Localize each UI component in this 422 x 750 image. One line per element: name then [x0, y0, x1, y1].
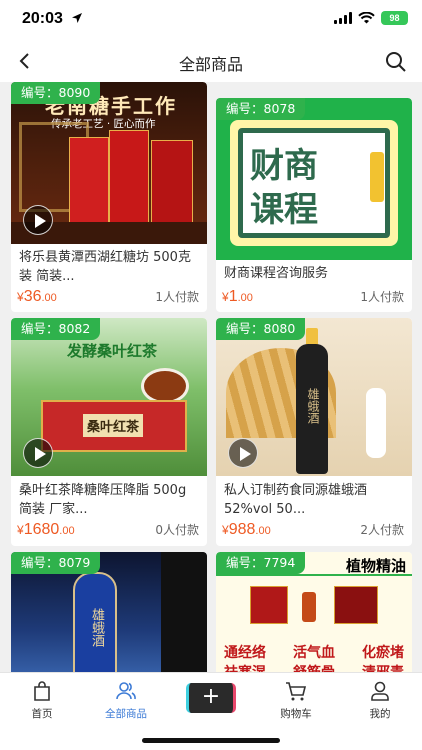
bottle-label: 雄蛾酒	[89, 608, 104, 647]
cart-icon	[286, 682, 307, 701]
buyer-count: 1人付款	[155, 290, 199, 304]
product-box-label: 桑叶红茶	[83, 414, 144, 437]
bag-icon	[34, 681, 50, 701]
status-time: 20:03	[22, 10, 63, 27]
product-title: 财商课程咨询服务	[224, 266, 329, 281]
home-indicator	[142, 738, 280, 743]
tab-label: 全部商品	[105, 708, 147, 720]
plus-icon: +	[201, 684, 221, 709]
benefit-text: 活气血	[293, 645, 335, 661]
product-image: 财商 课程	[216, 98, 412, 260]
product-image-text: 课程	[250, 190, 318, 230]
page-title: 全部商品	[178, 55, 243, 74]
product-price: ¥1680.00	[17, 521, 75, 538]
tab-all-products[interactable]: 全部商品	[84, 679, 168, 721]
product-card[interactable]: 发酵桑叶红茶 桑叶红茶 编号：8082 桑叶红茶降糖降压降脂 500g简装 厂家…	[11, 318, 207, 546]
product-id-badge: 编号：8090	[11, 82, 101, 104]
product-card[interactable]: 老南糖手工作 传承老工艺 · 匠心而作 编号：8090 将乐县黄潭西湖红糖坊 5…	[11, 82, 207, 312]
play-video-icon[interactable]	[228, 438, 258, 468]
product-card[interactable]: 雄蛾酒 编号：8079	[11, 552, 207, 672]
nav-bar: 全部商品	[0, 40, 422, 82]
battery-indicator: 98	[381, 11, 408, 25]
buyer-count: 1人付款	[360, 290, 404, 304]
product-price: ¥1.00	[222, 288, 253, 305]
location-arrow-icon	[72, 13, 82, 23]
product-image-headline: 发酵桑叶红茶	[67, 342, 158, 360]
product-id-badge: 编号：8079	[11, 552, 101, 574]
buyer-count: 0人付款	[155, 523, 199, 537]
wifi-icon	[358, 12, 375, 24]
buyer-count: 2人付款	[360, 523, 404, 537]
product-title: 私人订制药食同源雄蛾酒 52%vol 50...	[224, 483, 368, 517]
play-video-icon[interactable]	[23, 438, 53, 468]
product-title: 将乐县黄潭西湖红糖坊 500克装 简装...	[19, 250, 191, 284]
benefit-text: 祛寒湿	[224, 662, 266, 672]
status-bar: 20:03 98	[0, 0, 422, 40]
search-icon[interactable]	[384, 50, 408, 74]
product-price: ¥988.00	[222, 521, 271, 538]
tab-label: 我的	[369, 708, 391, 720]
product-id-badge: 编号：8080	[216, 318, 306, 340]
benefit-text: 清邪毒	[362, 662, 404, 672]
tab-label: 购物车	[280, 708, 312, 720]
benefit-text: 通经络	[224, 645, 266, 661]
product-id-badge: 编号：7794	[216, 552, 306, 574]
signal-icon	[334, 12, 352, 24]
users-icon	[116, 682, 136, 700]
tab-cart[interactable]: 购物车	[254, 679, 338, 721]
product-image-text: 财商	[250, 146, 318, 186]
benefit-text: 化瘀堵	[362, 645, 404, 661]
product-card[interactable]: 雄蛾酒 编号：8080 私人订制药食同源雄蛾酒 52%vol 50... ¥98…	[216, 318, 412, 546]
product-price: ¥36.00	[17, 288, 57, 305]
product-image-headline: 植物精油	[345, 557, 406, 575]
add-button[interactable]: +	[186, 683, 236, 713]
person-icon	[371, 681, 389, 701]
product-grid: 老南糖手工作 传承老工艺 · 匠心而作 编号：8090 将乐县黄潭西湖红糖坊 5…	[0, 82, 422, 672]
product-id-badge: 编号：8082	[11, 318, 101, 340]
tab-mine[interactable]: 我的	[338, 679, 422, 721]
tab-home[interactable]: 首页	[0, 679, 84, 721]
product-card[interactable]: 财商 课程 编号：8078 财商课程咨询服务 ¥1.00 1人付款	[216, 98, 412, 312]
product-id-badge: 编号：8078	[216, 98, 306, 120]
benefit-text: 舒筋骨	[293, 662, 335, 672]
tab-label: 首页	[31, 708, 53, 720]
product-card[interactable]: 植物精油 通经络 活气血 化瘀堵 祛寒湿 舒筋骨 清邪毒 编号：7794	[216, 552, 412, 672]
bottle-label: 雄蛾酒	[306, 388, 320, 424]
play-video-icon[interactable]	[23, 205, 53, 235]
product-title: 桑叶红茶降糖降压降脂 500g简装 厂家...	[19, 483, 187, 517]
